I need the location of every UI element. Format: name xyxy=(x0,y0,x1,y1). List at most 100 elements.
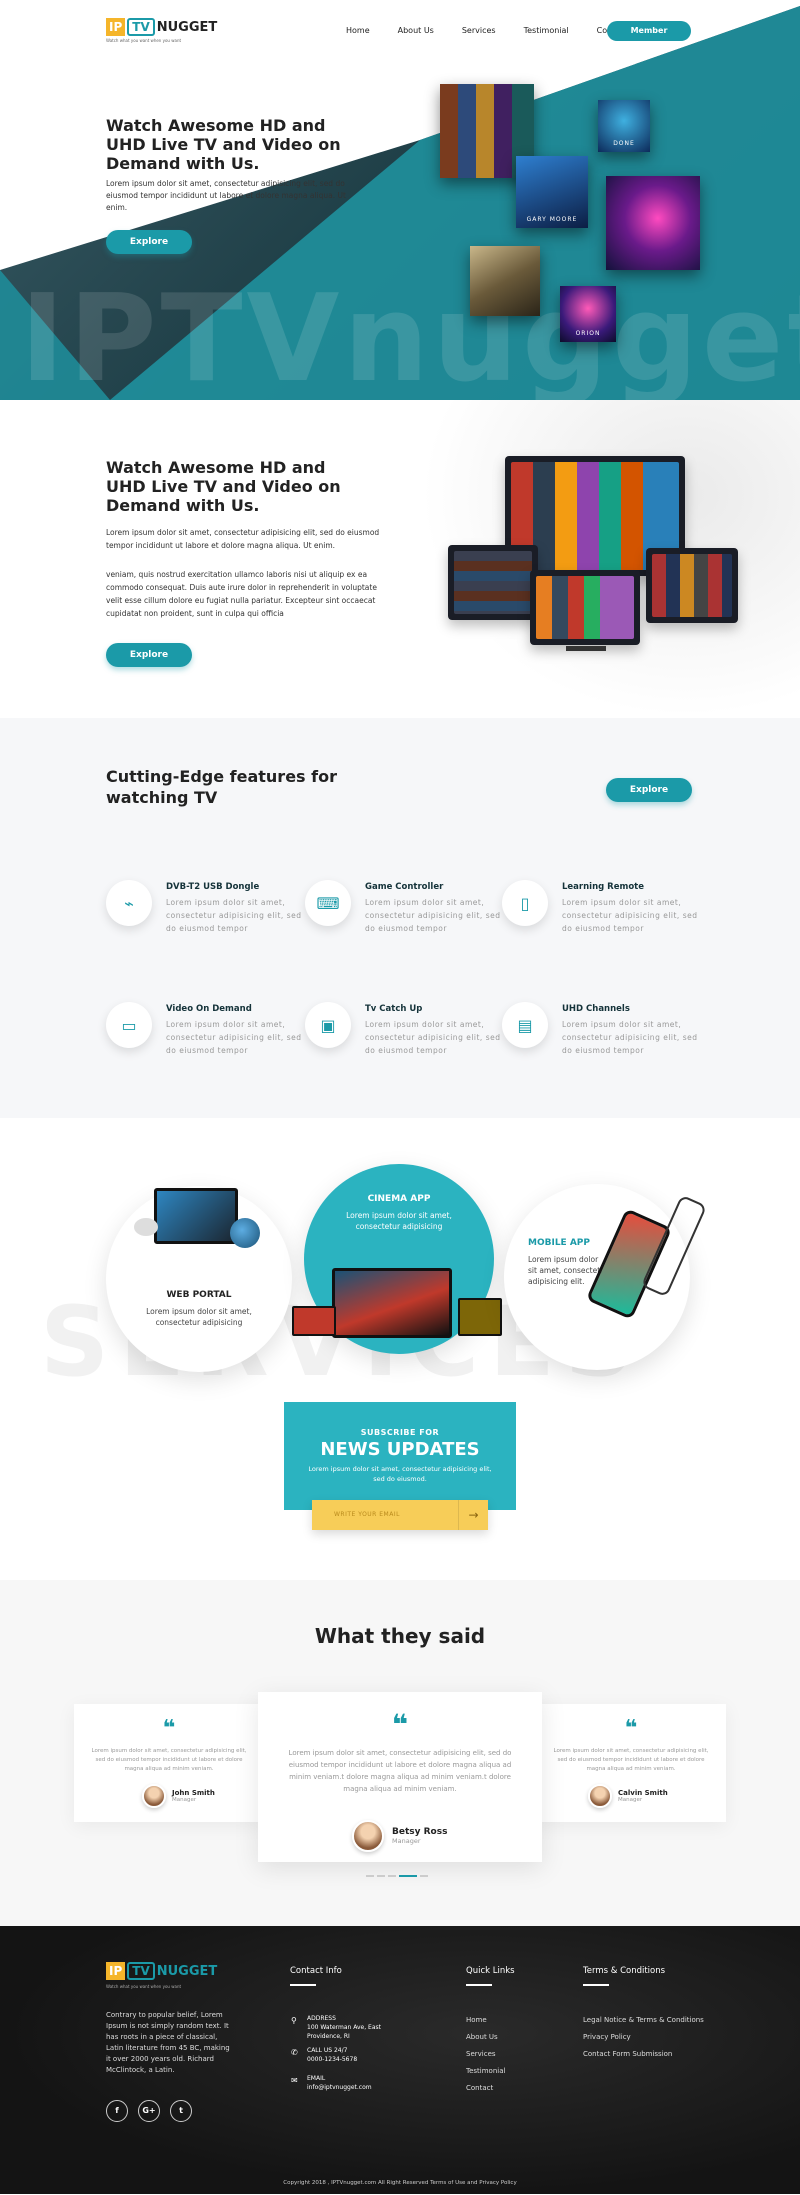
testimonial-person-center: Betsy Ross Manager xyxy=(352,1820,447,1852)
uhd-icon: ▤ xyxy=(502,1002,548,1048)
address-value: 100 Waterman Ave, East Providence, RI xyxy=(307,2024,381,2040)
phone-label: CALL US 24/7 xyxy=(307,2047,348,2054)
features-explore-button[interactable]: Explore xyxy=(606,778,692,802)
footer-link-privacy-policy[interactable]: Privacy Policy xyxy=(583,2033,631,2041)
address-label: ADDRESS xyxy=(307,2015,336,2022)
poster-concert xyxy=(606,176,700,270)
tv-front xyxy=(530,570,640,645)
person-name: Betsy Ross xyxy=(392,1827,448,1837)
person-role: Manager xyxy=(172,1797,197,1803)
footer-link-contact-form[interactable]: Contact Form Submission xyxy=(583,2050,672,2058)
email-placeholder: WRITE YOUR EMAIL xyxy=(334,1511,400,1518)
map-pin-icon: ⚲ xyxy=(291,2016,297,2025)
hero-watermark: IPTVnugget xyxy=(20,270,800,400)
poster-done: DONE xyxy=(598,100,650,152)
web-portal-desc: Lorem ipsum dolor sit amet, consectetur … xyxy=(146,1307,252,1327)
testimonials-title: What they said xyxy=(314,1624,486,1648)
feature-name: UHD Channels xyxy=(562,1004,630,1014)
feature-desc: Lorem ipsum dolor sit amet, consectetur … xyxy=(166,1020,302,1055)
carousel-dot[interactable] xyxy=(420,1875,428,1877)
logo-nugget: NUGGET xyxy=(156,19,218,35)
testimonials-section: What they said ❝ Lorem ipsum dolor sit a… xyxy=(0,1580,800,1926)
phone-icon: ✆ xyxy=(291,2048,298,2057)
facebook-icon[interactable]: f xyxy=(106,2100,128,2122)
terms-title: Terms & Conditions xyxy=(583,1966,665,1986)
avatar xyxy=(588,1784,612,1808)
nav-services[interactable]: Services xyxy=(462,26,496,35)
footer-link-about-us[interactable]: About Us xyxy=(466,2033,498,2041)
poster-orion: ORION xyxy=(560,286,616,342)
tv-front-stand xyxy=(566,646,606,651)
poster-gary-moore-label: GARY MOORE xyxy=(526,216,578,223)
footer-link-contact[interactable]: Contact xyxy=(466,2084,493,2092)
feature-learning-remote: ▯ Learning Remote Lorem ipsum dolor sit … xyxy=(502,880,702,950)
subscribe-big-title: NEWS UPDATES xyxy=(320,1439,480,1460)
testimonial-person-left: John Smith Manager xyxy=(142,1784,215,1808)
footer: IP TV NUGGET Watch what you want when yo… xyxy=(0,1926,800,2194)
footer-link-legal-notice[interactable]: Legal Notice & Terms & Conditions xyxy=(583,2016,704,2024)
intro-section: Watch Awesome HD and UHD Live TV and Vid… xyxy=(0,400,800,718)
arrow-right-icon[interactable]: → xyxy=(458,1500,488,1530)
carousel-dot-active[interactable] xyxy=(399,1875,417,1877)
hero-explore-button[interactable]: Explore xyxy=(106,230,192,254)
poster-action xyxy=(470,246,540,316)
footer-link-services[interactable]: Services xyxy=(466,2050,496,2058)
poster-done-label: DONE xyxy=(613,140,635,147)
footer-logo-tagline: Watch what you want when you want xyxy=(106,1984,182,1989)
feature-name: Video On Demand xyxy=(166,1004,252,1014)
email-field[interactable]: WRITE YOUR EMAIL → xyxy=(312,1500,488,1530)
hero-title: Watch Awesome HD and UHD Live TV and Vid… xyxy=(106,116,341,173)
video-demand-icon: ▭ xyxy=(106,1002,152,1048)
logo-ip: IP xyxy=(106,1962,126,1980)
intro-explore-button[interactable]: Explore xyxy=(106,643,192,667)
logo[interactable]: IP TV NUGGET Watch what you want when yo… xyxy=(106,18,218,43)
poster-orion-label: ORION xyxy=(575,330,601,337)
footer-link-testimonial[interactable]: Testimonial xyxy=(466,2067,505,2075)
logo-tv: TV xyxy=(127,1962,155,1980)
quote-icon: ❝ xyxy=(162,1716,176,1741)
social-links: f G+ t xyxy=(106,2100,192,2122)
carousel-dot[interactable] xyxy=(377,1875,385,1877)
subscribe-small-title: SUBSCRIBE FOR xyxy=(360,1428,440,1437)
logo-tv: TV xyxy=(127,18,155,36)
tv-left xyxy=(448,545,538,620)
footer-about-text: Contrary to popular belief, Lorem Ipsum … xyxy=(106,2011,230,2074)
phone-value: 0000-1234-5678 xyxy=(307,2056,358,2063)
tv-left-screen xyxy=(454,551,532,614)
carousel-dot[interactable] xyxy=(388,1875,396,1877)
testimonial-text: Lorem ipsum dolor sit amet, consectetur … xyxy=(91,1748,247,1772)
member-button[interactable]: Member xyxy=(607,21,691,41)
remote-icon: ▯ xyxy=(502,880,548,926)
nav-testimonial[interactable]: Testimonial xyxy=(524,26,569,35)
tv-right-screen xyxy=(652,554,732,617)
feature-name: Tv Catch Up xyxy=(365,1004,423,1014)
cinema-app-devices xyxy=(292,1258,506,1348)
nav-home[interactable]: Home xyxy=(346,26,370,35)
feature-desc: Lorem ipsum dolor sit amet, consectetur … xyxy=(365,898,501,933)
subscribe-box: SUBSCRIBE FOR NEWS UPDATES Lorem ipsum d… xyxy=(284,1402,516,1510)
intro-title: Watch Awesome HD and UHD Live TV and Vid… xyxy=(106,458,341,515)
twitter-icon[interactable]: t xyxy=(170,2100,192,2122)
email-icon: ✉ xyxy=(291,2076,298,2085)
feature-desc: Lorem ipsum dolor sit amet, consectetur … xyxy=(365,1020,501,1055)
google-plus-icon[interactable]: G+ xyxy=(138,2100,160,2122)
feature-name: Game Controller xyxy=(365,882,444,892)
intro-paragraph-1: Lorem ipsum dolor sit amet, consectetur … xyxy=(106,528,380,550)
logo-ip: IP xyxy=(106,18,126,36)
quick-links-title: Quick Links xyxy=(466,1966,515,1986)
game-controller-icon: ⌨ xyxy=(305,880,351,926)
feature-game-controller: ⌨ Game Controller Lorem ipsum dolor sit … xyxy=(305,880,505,950)
cinema-app-title: CINEMA APP xyxy=(367,1194,431,1204)
footer-logo[interactable]: IP TV NUGGET xyxy=(106,1962,217,1980)
tv-catchup-icon: ▣ xyxy=(305,1002,351,1048)
usb-dongle-icon: ⌁ xyxy=(106,880,152,926)
footer-link-home[interactable]: Home xyxy=(466,2016,487,2024)
avatar xyxy=(142,1784,166,1808)
carousel-dots xyxy=(366,1875,428,1877)
feature-tv-catch-up: ▣ Tv Catch Up Lorem ipsum dolor sit amet… xyxy=(305,1002,505,1072)
subscribe-desc: Lorem ipsum dolor sit amet, consectetur … xyxy=(308,1465,492,1483)
email-value[interactable]: info@iptvnugget.com xyxy=(307,2083,372,2092)
nav-about-us[interactable]: About Us xyxy=(398,26,434,35)
carousel-dot[interactable] xyxy=(366,1875,374,1877)
features-section: Cutting-Edge features for watching TV Ex… xyxy=(0,718,800,1118)
